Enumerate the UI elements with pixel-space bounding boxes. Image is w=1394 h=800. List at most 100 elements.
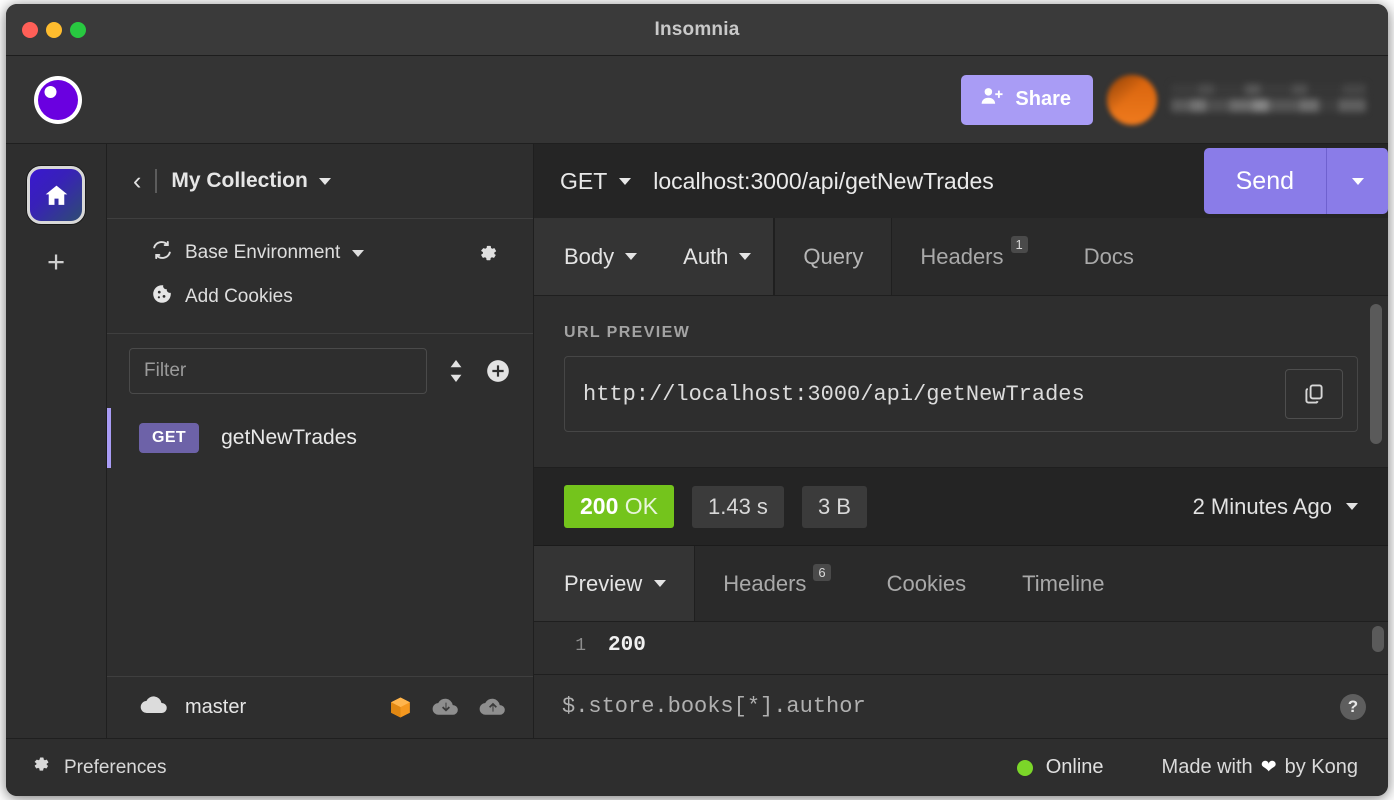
minimize-window-button[interactable] — [46, 21, 62, 38]
url-preview-box: http://localhost:3000/api/getNewTrades — [564, 356, 1358, 432]
tab-query[interactable]: Query — [774, 218, 893, 295]
filter-input[interactable] — [129, 348, 427, 394]
chevron-down-icon — [1351, 177, 1364, 185]
tab-response-timeline[interactable]: Timeline — [994, 546, 1132, 621]
tab-docs[interactable]: Docs — [1056, 218, 1162, 295]
response-history-dropdown[interactable]: 2 Minutes Ago — [1193, 494, 1358, 520]
tab-response-headers-label: Headers — [723, 570, 807, 596]
branch-name-label[interactable]: master — [185, 696, 246, 719]
code-line: 1 200 — [534, 634, 1388, 657]
chevron-left-icon[interactable]: ‹ — [133, 168, 141, 194]
add-cookies-row[interactable]: Add Cookies — [107, 275, 533, 319]
collection-header: ‹ My Collection — [107, 144, 533, 218]
made-with-love-label: Made with ❤ by Kong — [1162, 756, 1358, 779]
main-pane: GET localhost:3000/api/getNewTrades Send… — [534, 144, 1388, 738]
heart-icon: ❤ — [1260, 757, 1277, 778]
tab-headers[interactable]: Headers 1 — [892, 218, 1055, 295]
divider — [155, 169, 158, 193]
share-label: Share — [1015, 88, 1071, 110]
package-icon[interactable] — [388, 695, 413, 720]
help-icon[interactable]: ? — [1340, 693, 1366, 720]
status-bar: Preferences Online Made with ❤ by Kong — [6, 738, 1388, 796]
chevron-down-icon — [654, 580, 667, 587]
tab-body-label: Body — [564, 243, 615, 269]
share-button[interactable]: Share — [961, 74, 1093, 125]
request-body-panel: URL PREVIEW http://localhost:3000/api/ge… — [534, 296, 1388, 468]
line-content: 200 — [608, 634, 646, 657]
url-input[interactable]: localhost:3000/api/getNewTrades — [653, 168, 1203, 195]
tab-auth[interactable]: Auth — [683, 218, 752, 295]
method-dropdown[interactable]: GET — [560, 167, 632, 195]
workspace-rail: + — [6, 144, 107, 738]
online-dot-icon — [1016, 759, 1033, 776]
chevron-down-icon — [625, 253, 638, 260]
environment-label: Base Environment — [185, 242, 341, 263]
traffic-lights — [22, 21, 86, 38]
response-time-chip: 1.43 s — [692, 485, 784, 528]
header-actions: Share — [961, 74, 1366, 125]
preferences-button[interactable]: Preferences — [30, 754, 166, 781]
tab-preview[interactable]: Preview — [534, 546, 696, 621]
send-button[interactable]: Send — [1203, 148, 1326, 214]
made-with-prefix: Made with — [1161, 756, 1253, 778]
response-body-viewer[interactable]: 1 200 — [534, 622, 1388, 674]
tab-headers-label: Headers — [920, 243, 1004, 269]
request-list-item[interactable]: GET getNewTrades — [107, 408, 533, 468]
tab-body[interactable]: Body — [564, 218, 638, 295]
line-number: 1 — [575, 636, 586, 656]
cookie-icon — [151, 283, 173, 311]
tab-response-cookies[interactable]: Cookies — [859, 546, 994, 621]
online-status: Online — [1016, 756, 1104, 779]
person-add-icon — [979, 84, 1004, 115]
response-size-chip: 3 B — [801, 485, 867, 528]
gear-icon[interactable] — [476, 242, 499, 265]
url-preview-label: URL PREVIEW — [564, 324, 691, 341]
chevron-down-icon — [352, 249, 365, 257]
tab-response-headers-badge: 6 — [813, 564, 831, 581]
collection-name-label: My Collection — [171, 169, 308, 192]
app-header: Share — [6, 56, 1388, 144]
url-preview-value: http://localhost:3000/api/getNewTrades — [583, 381, 1085, 407]
response-scrollbar[interactable] — [1372, 626, 1384, 652]
chevron-down-icon — [619, 177, 632, 185]
preferences-label: Preferences — [64, 756, 167, 778]
gear-icon — [30, 754, 51, 781]
status-code: 200 — [580, 493, 619, 519]
request-name-label: getNewTrades — [221, 426, 357, 449]
tab-headers-badge: 1 — [1010, 236, 1028, 253]
send-dropdown-button[interactable] — [1326, 148, 1388, 214]
add-cookies-label: Add Cookies — [185, 286, 293, 307]
cloud-upload-icon[interactable] — [478, 696, 507, 719]
maximize-window-button[interactable] — [70, 21, 86, 38]
jsonpath-input[interactable] — [562, 694, 1340, 719]
tab-auth-label: Auth — [683, 243, 729, 269]
url-bar: GET localhost:3000/api/getNewTrades Send — [534, 144, 1388, 218]
status-badge: 200 OK — [564, 485, 674, 528]
request-panel-scrollbar[interactable] — [1370, 304, 1382, 444]
insomnia-logo-icon — [30, 72, 86, 128]
app-body: + ‹ My Collection Base Environment Add C… — [6, 144, 1388, 738]
copy-icon[interactable] — [1285, 369, 1343, 419]
response-status-bar: 200 OK 1.43 s 3 B 2 Minutes Ago — [534, 468, 1388, 546]
tab-response-timeline-label: Timeline — [1022, 570, 1105, 596]
plus-icon[interactable]: + — [39, 244, 73, 278]
sort-updown-icon[interactable] — [445, 358, 467, 384]
close-window-button[interactable] — [22, 21, 38, 38]
window-title: Insomnia — [654, 18, 740, 40]
method-label: GET — [560, 167, 608, 194]
request-tab-dropdown-group: Body Auth — [534, 218, 775, 295]
cloud-download-icon[interactable] — [431, 696, 460, 719]
environment-selector[interactable]: Base Environment — [107, 231, 533, 275]
sync-bar: master — [107, 676, 533, 738]
tab-docs-label: Docs — [1083, 243, 1134, 269]
status-text: OK — [624, 493, 658, 519]
collection-name-dropdown[interactable]: My Collection — [171, 169, 331, 193]
home-icon[interactable] — [27, 166, 85, 224]
sync-actions — [388, 695, 507, 720]
jsonpath-filter-bar: ? — [534, 674, 1388, 738]
made-with-suffix: by Kong — [1284, 756, 1358, 778]
avatar[interactable] — [1107, 74, 1157, 125]
plus-circle-icon[interactable] — [485, 358, 511, 384]
tab-response-headers[interactable]: Headers 6 — [695, 546, 858, 621]
chevron-down-icon — [318, 177, 331, 185]
